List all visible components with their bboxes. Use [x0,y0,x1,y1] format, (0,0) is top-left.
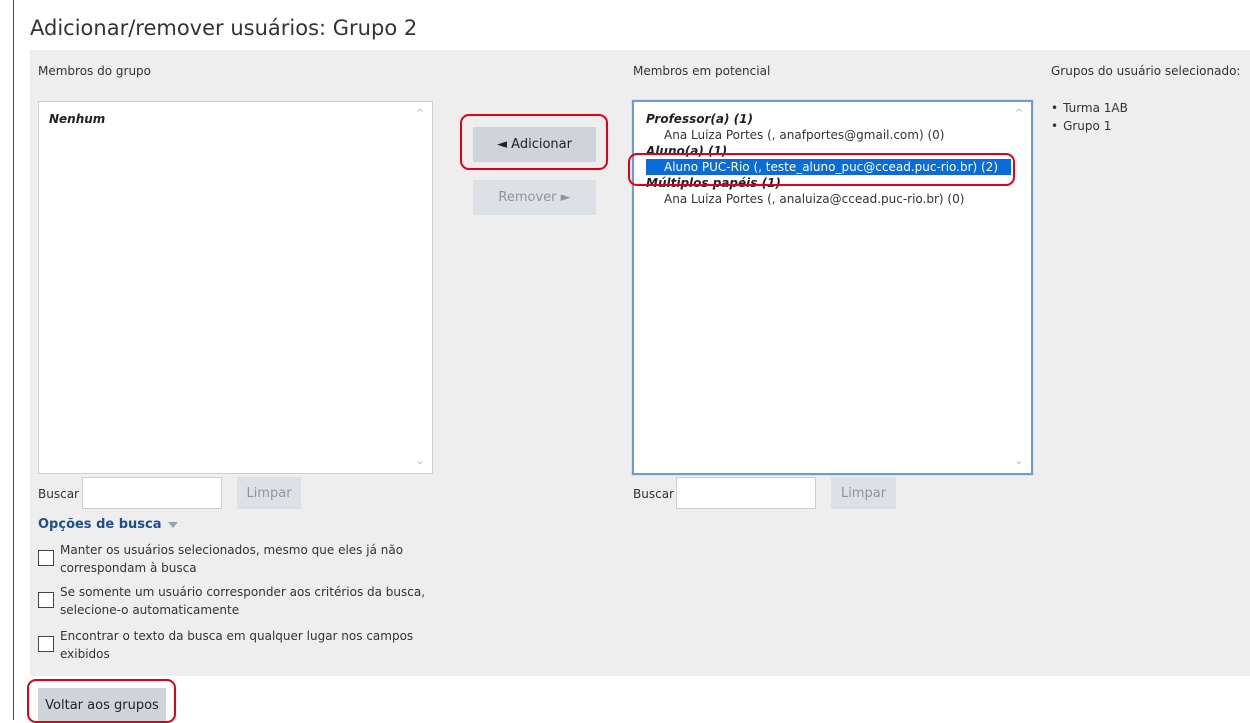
empty-placeholder: Nenhum [49,112,106,126]
user-groups-list: Turma 1AB Grupo 1 [1051,99,1128,135]
back-to-groups-button[interactable]: Voltar aos grupos [38,688,166,722]
page-title: Adicionar/remover usuários: Grupo 2 [30,16,418,40]
group-members-listbox[interactable]: Nenhum ^ ⌄ [38,101,433,474]
remove-button[interactable]: Remover ► [473,180,596,215]
search-options-label: Opções de busca [38,517,162,532]
group-members-clear-button[interactable]: Limpar [237,477,301,509]
group-members-search-label: Buscar [38,487,79,501]
search-option-search-anywhere[interactable]: Encontrar o texto da busca em qualquer l… [38,627,428,663]
potential-members-label: Membros em potencial [633,64,771,78]
optgroup-teacher: Professor(a) (1) [646,112,753,126]
window-border [13,0,14,720]
optgroup-student: Aluno(a) (1) [646,144,728,158]
scroll-up-icon[interactable]: ^ [1012,108,1026,119]
potential-members-listbox[interactable]: Professor(a) (1) Ana Luiza Portes (, ana… [632,100,1033,475]
checkbox[interactable] [38,592,54,608]
group-members-search-input[interactable] [82,477,222,509]
add-button[interactable]: ◄ Adicionar [473,127,596,162]
checkbox[interactable] [38,636,54,652]
potential-members-search-input[interactable] [676,477,816,509]
user-groups-label: Grupos do usuário selecionado: [1051,64,1241,78]
search-options-toggle[interactable]: Opções de busca [38,517,178,532]
option-multiple-roles-user[interactable]: Ana Luiza Portes (, analuiza@ccead.puc-r… [634,191,1031,207]
caret-down-icon [167,521,178,528]
search-option-autoselect-unique[interactable]: Se somente um usuário corresponder aos c… [38,583,428,619]
user-group-item: Turma 1AB [1051,99,1128,117]
scroll-down-icon[interactable]: ⌄ [1012,456,1026,467]
search-option-keep-selected[interactable]: Manter os usuários selecionados, mesmo q… [38,541,428,577]
checkbox[interactable] [38,550,54,566]
checkbox-label: Encontrar o texto da busca em qualquer l… [60,629,414,661]
potential-members-clear-button[interactable]: Limpar [831,477,896,509]
user-group-item: Grupo 1 [1051,117,1128,135]
scroll-down-icon[interactable]: ⌄ [413,456,427,467]
checkbox-label: Manter os usuários selecionados, mesmo q… [60,543,404,575]
option-student-user[interactable]: Aluno PUC-Rio (, teste_aluno_puc@ccead.p… [646,159,1011,175]
scroll-up-icon[interactable]: ^ [413,108,427,119]
optgroup-multiple-roles: Múltiplos papéis (1) [646,176,781,190]
group-members-label: Membros do grupo [38,64,152,78]
checkbox-label: Se somente um usuário corresponder aos c… [60,585,426,617]
potential-members-search-label: Buscar [633,487,674,501]
option-teacher-user[interactable]: Ana Luiza Portes (, anafportes@gmail.com… [634,127,1031,143]
